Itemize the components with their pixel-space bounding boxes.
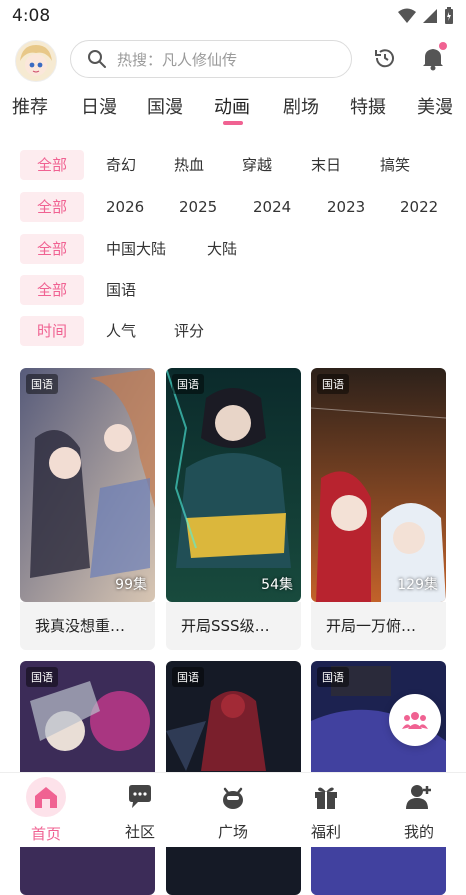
tab-japanese[interactable]: 日漫: [81, 93, 117, 119]
tab-recommend[interactable]: 推荐: [12, 93, 48, 119]
nav-home[interactable]: 首页: [16, 777, 76, 844]
nav-welfare[interactable]: 福利: [296, 783, 356, 842]
card-title: 开局一万俯…: [311, 602, 446, 650]
filter-option[interactable]: 2022: [400, 192, 438, 222]
language-badge: 国语: [172, 667, 204, 687]
tab-animation[interactable]: 动画: [214, 93, 250, 119]
episode-count: 99集: [115, 577, 147, 593]
nav-label: 福利: [310, 823, 341, 841]
filter-language-all[interactable]: 全部: [20, 275, 84, 305]
chat-icon: [129, 785, 151, 808]
filter-genre-all[interactable]: 全部: [20, 150, 84, 180]
filter-option[interactable]: 人气: [106, 316, 136, 346]
plaza-icon: [223, 787, 243, 809]
anime-card[interactable]: 国语 54集 开局SSS级…: [166, 368, 301, 650]
user-icon: [406, 785, 431, 809]
cover-art: [20, 368, 155, 602]
card-cover: 国语 54集: [166, 368, 301, 602]
group-icon: [402, 712, 428, 729]
notification-button[interactable]: [421, 42, 447, 71]
filter-option[interactable]: 搞笑: [380, 150, 410, 180]
language-badge: 国语: [26, 667, 58, 687]
filter-option[interactable]: 2025: [179, 192, 217, 222]
filter-row-language: 全部 国语: [20, 275, 460, 307]
tab-american[interactable]: 美漫: [417, 93, 453, 119]
filter-option[interactable]: 中国大陆: [106, 234, 166, 264]
search-icon: [88, 50, 106, 68]
filter-option[interactable]: 穿越: [242, 150, 272, 180]
filter-row-region: 全部 中国大陆 大陆: [20, 234, 460, 266]
battery-icon: [445, 7, 453, 24]
filter-row-genre: 全部 奇幻 热血 穿越 末日 搞笑: [20, 150, 460, 182]
card-title: 开局SSS级…: [166, 602, 301, 650]
nav-label: 我的: [403, 823, 434, 841]
category-tabs: 推荐 日漫 国漫 动画 剧场 特摄 美漫: [0, 93, 466, 129]
filter-option[interactable]: 热血: [174, 150, 204, 180]
nav-profile[interactable]: 我的: [389, 783, 449, 842]
nav-plaza[interactable]: 广场: [203, 783, 263, 842]
cover-art: [166, 368, 301, 602]
language-badge: 国语: [172, 374, 204, 394]
filter-year-all[interactable]: 全部: [20, 192, 84, 222]
filter-option[interactable]: 奇幻: [106, 150, 136, 180]
anime-card[interactable]: 国语 99集 我真没想重…: [20, 368, 155, 650]
nav-community[interactable]: 社区: [110, 783, 170, 842]
bottom-nav: 首页 社区 广场 福利 我的: [0, 772, 466, 847]
tab-chinese[interactable]: 国漫: [147, 93, 183, 119]
home-icon-bg: [26, 777, 66, 817]
filter-option[interactable]: 2026: [106, 192, 144, 222]
nav-label: 首页: [30, 825, 61, 843]
filter-option[interactable]: 评分: [174, 316, 204, 346]
language-badge: 国语: [317, 374, 349, 394]
top-header: 热搜：凡人修仙传: [0, 38, 466, 84]
filter-option[interactable]: 大陆: [207, 234, 237, 264]
nav-label: 广场: [217, 823, 248, 841]
filter-sort-time[interactable]: 时间: [20, 316, 84, 346]
card-cover: 国语 129集: [311, 368, 446, 602]
filter-option[interactable]: 2024: [253, 192, 291, 222]
card-cover: 国语 99集: [20, 368, 155, 602]
filter-option[interactable]: 国语: [106, 275, 136, 305]
cover-art: [311, 368, 446, 602]
signal-icon: [423, 9, 437, 23]
episode-count: 129集: [397, 577, 438, 593]
filter-row-sort: 时间 人气 评分: [20, 316, 460, 348]
anime-card[interactable]: 国语 129集 开局一万俯…: [311, 368, 446, 650]
notification-dot: [439, 42, 447, 50]
avatar[interactable]: [15, 40, 57, 82]
community-fab[interactable]: [389, 694, 441, 746]
gift-icon: [315, 787, 337, 809]
language-badge: 国语: [317, 667, 349, 687]
home-icon: [35, 787, 57, 808]
filter-row-year: 全部 2026 2025 2024 2023 2022: [20, 192, 460, 224]
status-bar: 4:08: [0, 0, 466, 32]
tab-tokusatsu[interactable]: 特摄: [350, 93, 386, 119]
language-badge: 国语: [26, 374, 58, 394]
wifi-icon: [398, 8, 416, 23]
filter-region-all[interactable]: 全部: [20, 234, 84, 264]
status-time: 4:08: [12, 6, 51, 26]
card-title: 我真没想重…: [20, 602, 155, 650]
active-tab-indicator: [223, 121, 243, 125]
episode-count: 54集: [261, 577, 293, 593]
filter-option[interactable]: 2023: [327, 192, 365, 222]
search-bar[interactable]: 热搜：凡人修仙传: [70, 40, 352, 78]
history-icon[interactable]: [373, 46, 397, 70]
search-placeholder: 热搜：凡人修仙传: [117, 50, 238, 69]
nav-label: 社区: [124, 823, 155, 841]
status-icons: [398, 7, 454, 25]
tab-theater[interactable]: 剧场: [283, 93, 319, 119]
filter-option[interactable]: 末日: [311, 150, 341, 180]
